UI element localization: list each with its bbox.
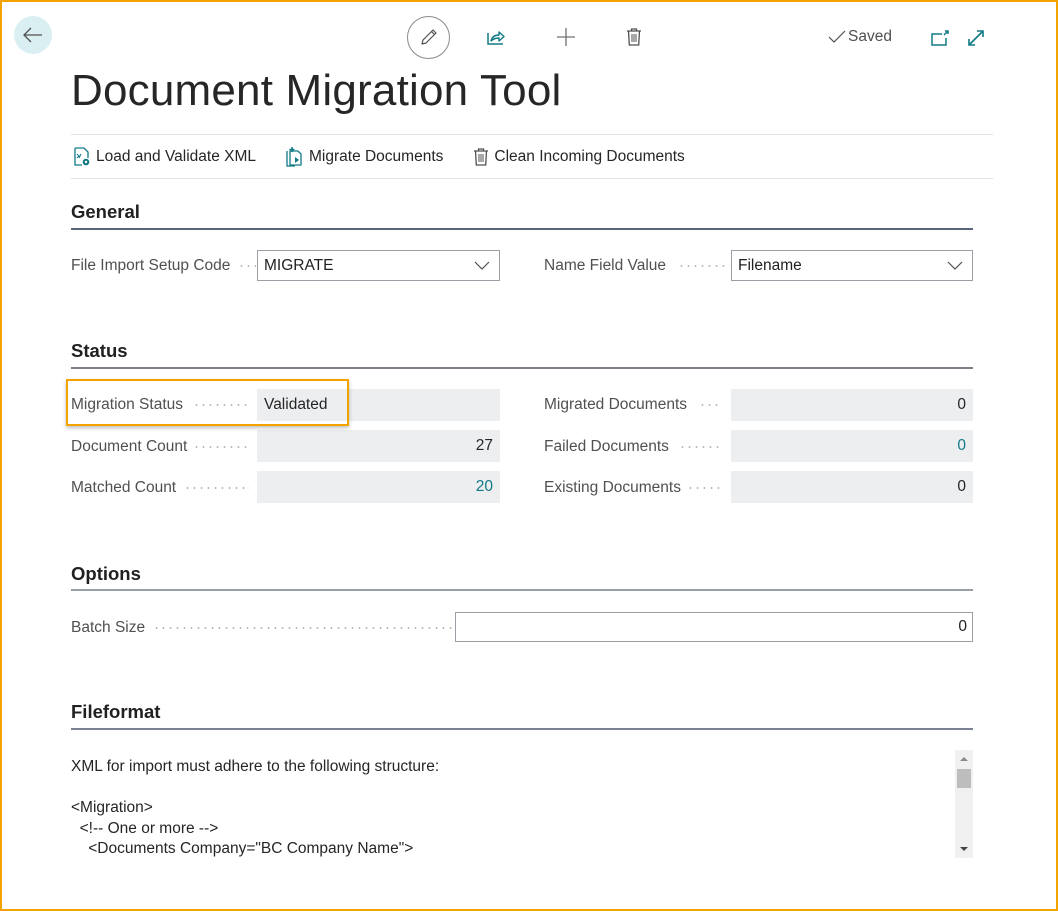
existing-documents-label: Existing Documents [544, 479, 723, 497]
migration-status-value: Validated [257, 389, 500, 421]
migrate-documents-button[interactable]: Migrate Documents [286, 146, 444, 167]
share-button[interactable] [484, 25, 508, 49]
section-title-options[interactable]: Options [71, 563, 141, 585]
arrow-left-icon [23, 27, 42, 43]
delete-button[interactable] [622, 25, 646, 49]
trash-icon [474, 147, 489, 166]
batch-size-label: Batch Size [71, 619, 454, 637]
label-text: Name Field Value [544, 257, 667, 274]
failed-documents-label: Failed Documents [544, 438, 723, 456]
leader-dots [678, 446, 723, 448]
input-value: 0 [958, 618, 967, 635]
edit-button[interactable] [407, 15, 450, 59]
matched-count-label: Matched Count [71, 479, 251, 497]
share-icon [487, 31, 505, 45]
expand-icon [968, 30, 984, 46]
open-new-window-icon [931, 30, 949, 46]
migration-status-label: Migration Status [71, 396, 251, 414]
leader-dots [153, 627, 454, 629]
section-title-general[interactable]: General [71, 201, 140, 223]
batch-size-input[interactable]: 0 [455, 612, 973, 642]
plus-icon [557, 28, 575, 46]
leader-dots [193, 446, 252, 448]
new-button[interactable] [554, 25, 578, 49]
leader-dots [193, 404, 251, 406]
label-text: File Import Setup Code [71, 257, 231, 274]
chevron-down-icon [474, 261, 490, 270]
section-divider [71, 228, 973, 230]
value-text[interactable]: 20 [476, 478, 493, 496]
label-text: Failed Documents [544, 438, 669, 455]
name-field-value-label: Name Field Value [544, 257, 731, 275]
fileformat-scrollbar[interactable] [955, 750, 973, 858]
section-title-fileformat[interactable]: Fileformat [71, 701, 160, 723]
trash-icon [627, 28, 641, 46]
fileformat-textarea[interactable]: XML for import must adhere to the follow… [71, 750, 973, 858]
leader-dots [678, 265, 731, 267]
label-text: Existing Documents [544, 479, 681, 496]
leader-dots [184, 487, 251, 489]
saved-status: Saved [828, 28, 892, 46]
name-field-value-select[interactable]: Filename [731, 250, 973, 281]
section-divider [71, 728, 973, 730]
leader-dots [238, 265, 257, 267]
migrated-documents-label: Migrated Documents [544, 396, 722, 414]
scroll-down-arrow-icon[interactable] [960, 847, 968, 851]
section-divider [71, 589, 973, 591]
xml-validate-icon [74, 146, 90, 166]
existing-documents-value: 0 [731, 471, 973, 503]
value-text[interactable]: 0 [957, 437, 966, 455]
file-import-setup-code-select[interactable]: MIGRATE [257, 250, 500, 281]
label-text: Document Count [71, 438, 188, 455]
migrated-documents-value: 0 [731, 389, 973, 421]
chevron-down-icon [947, 261, 963, 270]
label-text: Matched Count [71, 479, 177, 496]
back-button[interactable] [14, 16, 52, 54]
section-divider [71, 367, 973, 369]
scroll-up-arrow-icon[interactable] [960, 757, 968, 761]
page-toolbar [407, 15, 646, 59]
matched-count-value[interactable]: 20 [257, 471, 500, 503]
leader-dots [686, 487, 723, 489]
page-title: Document Migration Tool [71, 66, 562, 115]
label-text: Batch Size [71, 619, 146, 636]
action-label: Clean Incoming Documents [494, 147, 685, 165]
value-text: 0 [957, 396, 966, 413]
migrate-documents-icon [286, 146, 302, 167]
expand-button[interactable] [964, 26, 988, 50]
label-text: Migrated Documents [544, 396, 688, 413]
checkmark-icon [828, 30, 846, 43]
select-value: Filename [738, 256, 802, 274]
action-label: Load and Validate XML [96, 147, 256, 165]
select-value: MIGRATE [264, 256, 334, 274]
leader-dots [699, 404, 722, 406]
label-text: Migration Status [71, 396, 183, 413]
value-text: 27 [475, 437, 493, 454]
action-label: Migrate Documents [309, 147, 444, 165]
open-in-new-window-button[interactable] [928, 27, 952, 51]
action-bar: Load and Validate XML Migrate Documents … [71, 134, 993, 179]
fileformat-text: XML for import must adhere to the follow… [71, 758, 440, 857]
scroll-thumb[interactable] [957, 769, 971, 788]
document-count-label: Document Count [71, 438, 252, 456]
clean-incoming-documents-button[interactable]: Clean Incoming Documents [473, 147, 685, 167]
saved-label: Saved [848, 28, 892, 45]
pencil-icon [420, 29, 437, 45]
file-import-setup-code-label: File Import Setup Code [71, 257, 257, 275]
document-count-value: 27 [257, 430, 500, 462]
value-text: Validated [264, 396, 328, 413]
section-title-status[interactable]: Status [71, 340, 128, 362]
load-and-validate-xml-button[interactable]: Load and Validate XML [73, 146, 256, 167]
failed-documents-value[interactable]: 0 [731, 430, 973, 462]
value-text: 0 [957, 478, 966, 495]
